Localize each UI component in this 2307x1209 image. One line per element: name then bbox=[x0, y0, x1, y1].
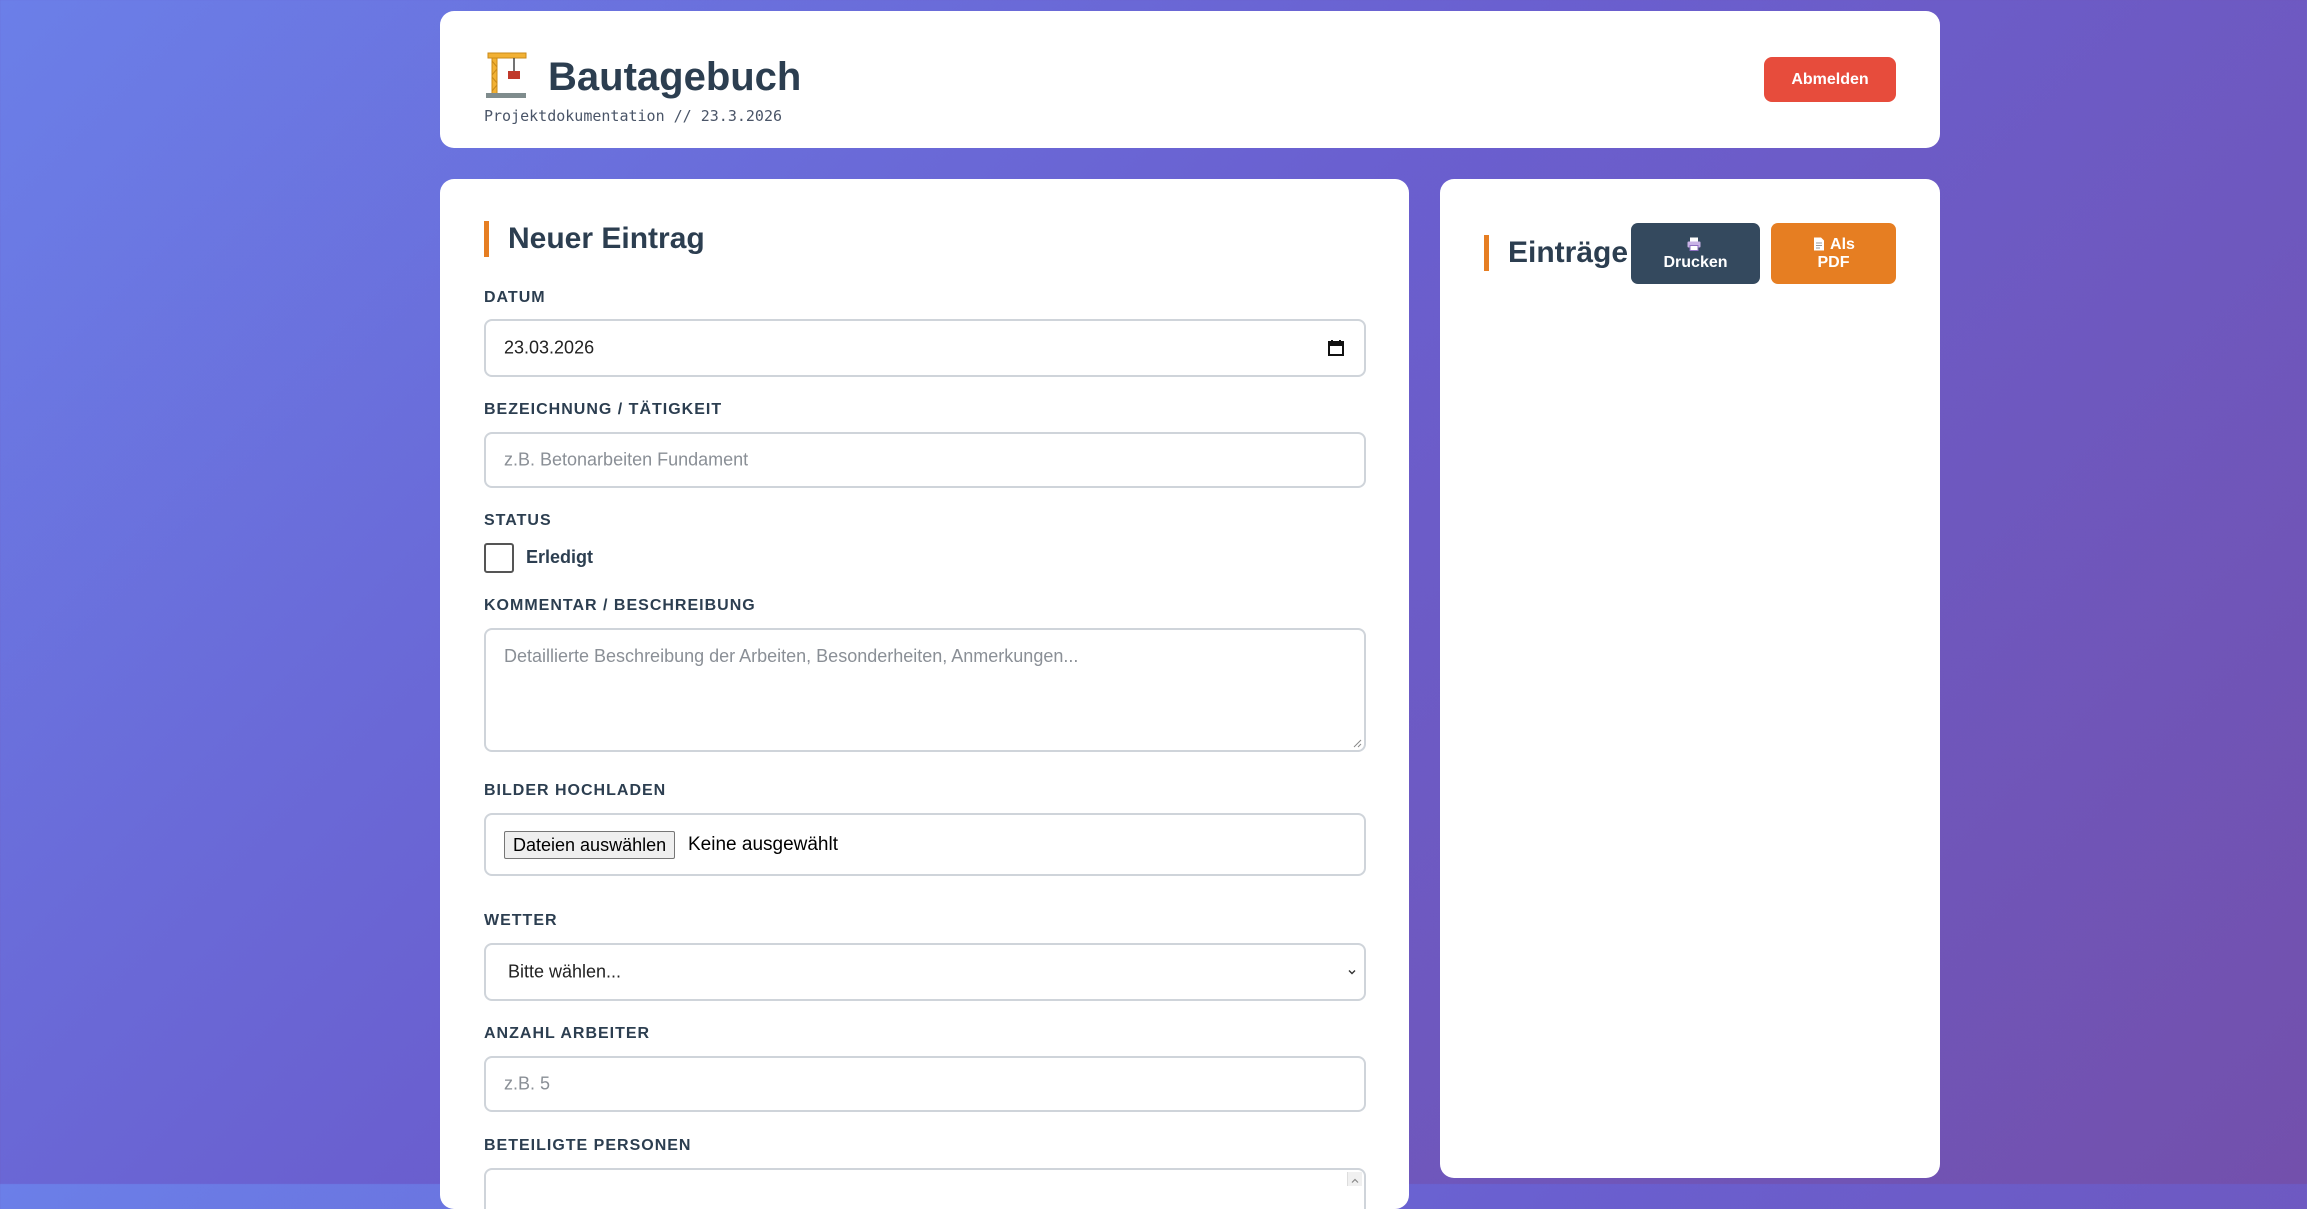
activity-placeholder: z.B. Betonarbeiten Fundament bbox=[504, 449, 749, 470]
images-label: BILDER HOCHLADEN bbox=[484, 782, 667, 799]
comment-placeholder: Detaillierte Beschreibung der Arbeiten, … bbox=[504, 646, 1079, 666]
workers-placeholder: z.B. 5 bbox=[504, 1073, 551, 1094]
document-icon bbox=[1814, 237, 1825, 250]
persons-textarea[interactable] bbox=[484, 1168, 1366, 1209]
date-value: 23.03.2026 bbox=[504, 337, 595, 358]
workers-label: ANZAHL ARBEITER bbox=[484, 1025, 651, 1042]
persons-label: BETEILIGTE PERSONEN bbox=[484, 1137, 692, 1154]
resize-grip-icon[interactable] bbox=[1352, 738, 1362, 748]
activity-input[interactable]: z.B. Betonarbeiten Fundament bbox=[484, 432, 1366, 488]
date-input[interactable]: 23.03.2026 bbox=[484, 319, 1366, 377]
construction-crane-icon bbox=[486, 52, 527, 98]
print-button[interactable]: Drucken bbox=[1631, 223, 1760, 284]
printer-icon bbox=[1687, 237, 1700, 251]
calendar-icon[interactable] bbox=[1328, 340, 1344, 356]
date-label: DATUM bbox=[484, 289, 546, 306]
pdf-label-line2: PDF bbox=[1817, 253, 1850, 271]
workers-input[interactable]: z.B. 5 bbox=[484, 1056, 1366, 1112]
app-subtitle: Projektdokumentation // 23.3.2026 bbox=[484, 107, 783, 125]
comment-textarea[interactable]: Detaillierte Beschreibung der Arbeiten, … bbox=[484, 628, 1366, 752]
entries-title: Einträge bbox=[1484, 235, 1628, 271]
weather-label: WETTER bbox=[484, 912, 558, 929]
app-title: Bautagebuch bbox=[548, 55, 802, 99]
entries-panel: Einträge Drucken Als PDF bbox=[1440, 179, 1940, 1178]
done-checkbox-label[interactable]: Erledigt bbox=[526, 547, 593, 568]
status-label: STATUS bbox=[484, 512, 552, 529]
done-checkbox[interactable] bbox=[484, 543, 514, 573]
choose-files-button[interactable]: Dateien auswählen bbox=[504, 830, 676, 859]
images-file-input[interactable]: Dateien auswählen Keine ausgewählt bbox=[484, 813, 1366, 876]
pdf-button[interactable]: Als PDF bbox=[1771, 223, 1896, 284]
header-card: Bautagebuch Projektdokumentation // 23.3… bbox=[440, 11, 1940, 148]
new-entry-form: Neuer Eintrag DATUM 23.03.2026 BEZEICHNU… bbox=[440, 179, 1409, 1209]
chevron-down-icon bbox=[1348, 970, 1356, 975]
logout-button[interactable]: Abmelden bbox=[1764, 57, 1896, 102]
activity-label: BEZEICHNUNG / TÄTIGKEIT bbox=[484, 401, 723, 418]
file-status: Keine ausgewählt bbox=[688, 833, 838, 855]
weather-selected: Bitte wählen... bbox=[508, 961, 622, 982]
pdf-label-line1: Als bbox=[1830, 235, 1855, 253]
chevron-up-icon bbox=[1351, 1178, 1359, 1183]
weather-select[interactable]: Bitte wählen... bbox=[484, 943, 1366, 1001]
form-title: Neuer Eintrag bbox=[484, 221, 705, 257]
print-label: Drucken bbox=[1663, 253, 1728, 271]
comment-label: KOMMENTAR / BESCHREIBUNG bbox=[484, 597, 756, 614]
